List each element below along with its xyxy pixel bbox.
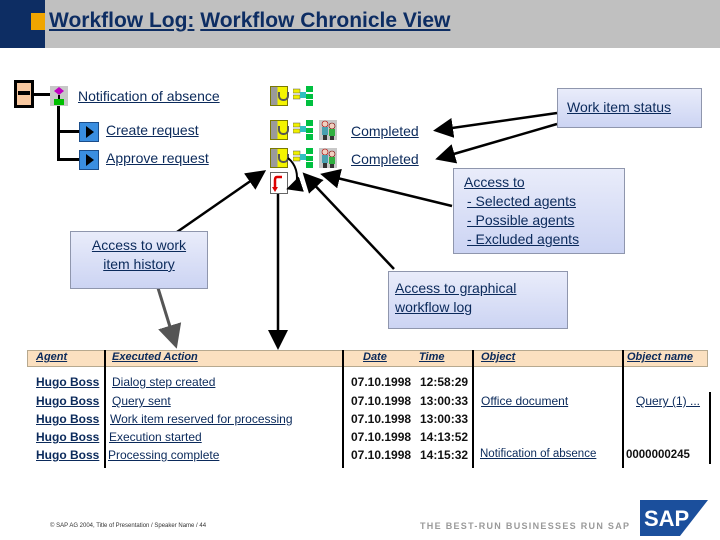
arrow-curved — [286, 157, 304, 192]
arrow-to-status-2 — [435, 122, 558, 164]
cell-object-name[interactable]: Query (1) ... — [636, 394, 700, 408]
cell-action[interactable]: Dialog step created — [112, 375, 215, 389]
sap-logo-text: SAP — [644, 506, 689, 531]
column-header-date[interactable]: Date — [363, 351, 387, 363]
callout-title: Access to — [464, 174, 525, 190]
cell-date: 07.10.1998 — [351, 430, 412, 444]
callout-work-item-history: Access to work item history — [70, 231, 208, 289]
column-header-object-name[interactable]: Object name — [627, 351, 693, 363]
column-header-object[interactable]: Object — [481, 351, 515, 363]
column-header-agent[interactable]: Agent — [36, 351, 67, 363]
footer-copyright: © SAP AG 2004, Title of Presentation / S… — [50, 523, 207, 529]
arrow-to-agents — [320, 168, 453, 208]
arrow-to-graph — [302, 172, 395, 270]
callout-line: - Possible agents — [467, 212, 575, 228]
cell-agent[interactable]: Hugo Boss — [36, 448, 99, 462]
arrow-to-status-1 — [433, 111, 558, 138]
arrow-to-status-icon — [176, 170, 267, 234]
cell-action[interactable]: Query sent — [112, 394, 171, 408]
callout-line: Access to graphical — [395, 280, 517, 296]
callout-access-agents: Access to - Selected agents - Possible a… — [453, 168, 625, 254]
cell-action[interactable]: Execution started — [109, 430, 202, 444]
cell-date: 07.10.1998 — [351, 412, 412, 426]
column-header-time[interactable]: Time — [419, 351, 444, 363]
cell-date: 07.10.1998 — [351, 394, 412, 408]
cell-action[interactable]: Processing complete — [108, 448, 219, 462]
cell-object[interactable]: Notification of absence — [480, 448, 596, 460]
sap-logo: SAP — [640, 500, 708, 536]
column-divider — [709, 392, 711, 464]
callout-line: - Excluded agents — [467, 231, 580, 247]
footer-slogan: THE BEST-RUN BUSINESSES RUN SAP — [420, 521, 631, 531]
column-divider — [472, 350, 474, 468]
cell-time: 13:00:33 — [420, 412, 469, 426]
column-divider — [342, 350, 344, 468]
cell-agent[interactable]: Hugo Boss — [36, 412, 99, 426]
cell-date: 07.10.1998 — [351, 375, 412, 389]
callout-text: Work item status — [567, 99, 671, 115]
cell-time: 12:58:29 — [420, 375, 469, 389]
column-divider — [104, 350, 106, 468]
callout-work-item-status: Work item status — [557, 88, 702, 128]
cell-time: 14:13:52 — [420, 430, 469, 444]
arrow-history-to-table — [156, 287, 182, 349]
cell-time: 13:00:33 — [420, 394, 469, 408]
callout-graphical-log: Access to graphical workflow log — [388, 271, 568, 329]
cell-object-name: 0000000245 — [626, 449, 690, 461]
cell-agent[interactable]: Hugo Boss — [36, 394, 99, 408]
cell-action[interactable]: Work item reserved for processing — [110, 412, 293, 426]
cell-object[interactable]: Office document — [481, 394, 568, 408]
callout-line: item history — [103, 256, 175, 272]
callout-line: Access to work — [91, 237, 187, 253]
cell-agent[interactable]: Hugo Boss — [36, 375, 99, 389]
cell-time: 14:15:32 — [420, 448, 469, 462]
callout-line: - Selected agents — [467, 193, 576, 209]
column-divider — [622, 350, 624, 468]
cell-date: 07.10.1998 — [351, 448, 412, 462]
cell-agent[interactable]: Hugo Boss — [36, 430, 99, 444]
column-header-action[interactable]: Executed Action — [112, 351, 198, 363]
callout-line: workflow log — [395, 299, 473, 315]
